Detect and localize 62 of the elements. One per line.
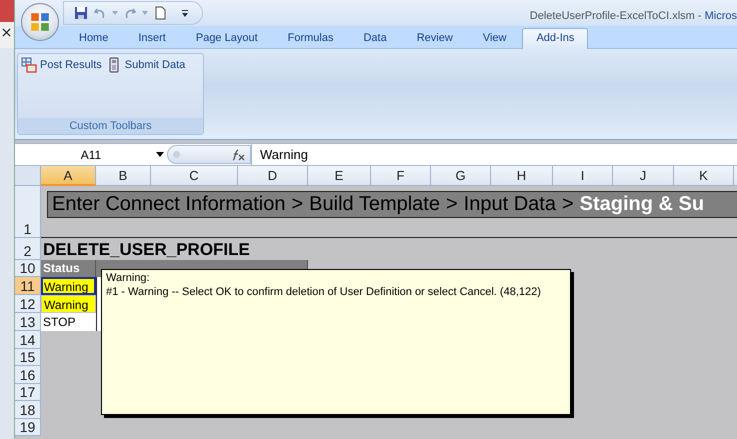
comment-text: #1 - Warning -- Select OK to confirm deletion of User Definition or select Cancel. (48,122) xyxy=(106,286,542,298)
ribbon-tab[interactable]: Page Layout xyxy=(182,28,272,48)
comment-title: Warning: xyxy=(106,272,151,284)
header-cell: Status xyxy=(41,260,96,277)
row-header[interactable]: 2 xyxy=(15,238,41,260)
column-header[interactable]: H xyxy=(491,166,553,186)
ribbon-tab[interactable]: Add-Ins xyxy=(522,28,588,49)
ribbon-tab[interactable]: Data xyxy=(349,28,401,48)
breadcrumb-step: Input Data xyxy=(464,193,556,216)
breadcrumb-separator: > xyxy=(446,193,458,216)
column-header[interactable]: B xyxy=(96,166,151,186)
logo-icon xyxy=(29,11,51,33)
row-header[interactable]: 16 xyxy=(15,366,41,384)
ribbon-tab[interactable]: Review xyxy=(402,28,467,48)
new-document-icon[interactable] xyxy=(153,6,167,20)
undo-icon[interactable] xyxy=(93,6,107,20)
customize-icon[interactable] xyxy=(182,10,188,16)
table-cell: STOP xyxy=(41,313,96,331)
toolbar-button[interactable]: Post Results xyxy=(21,57,102,73)
breadcrumb-step: Build Template xyxy=(309,193,440,216)
breadcrumb-separator: > xyxy=(291,193,304,216)
name-box[interactable]: A11 xyxy=(15,144,167,165)
group-label: Custom Toolbars xyxy=(18,118,203,134)
save-icon[interactable] xyxy=(74,6,88,20)
row-header[interactable]: 10 xyxy=(15,260,41,277)
ribbon-tab[interactable]: Home xyxy=(65,28,122,48)
row-header[interactable]: 1 xyxy=(15,186,41,238)
breadcrumb-separator: > xyxy=(562,193,574,216)
close-icon[interactable] xyxy=(2,28,11,37)
column-header[interactable]: A xyxy=(41,166,96,186)
breadcrumb-step: Staging & Su xyxy=(580,193,704,216)
ribbon-tab[interactable]: Formulas xyxy=(274,28,348,48)
row-header[interactable]: 12 xyxy=(15,295,41,313)
row-header[interactable]: 18 xyxy=(15,401,41,418)
toolbar-button[interactable]: Submit Data xyxy=(106,57,186,73)
breadcrumb-step: Enter Connect Information xyxy=(52,193,286,216)
row-header[interactable]: 13 xyxy=(15,313,41,331)
table-cell: Warning xyxy=(42,278,95,294)
row-header[interactable]: 17 xyxy=(15,384,41,401)
table-icon xyxy=(21,57,37,73)
row-header[interactable]: 19 xyxy=(15,418,41,436)
ribbon-tab[interactable]: View xyxy=(468,28,520,48)
column-header[interactable]: G xyxy=(431,166,491,186)
column-header[interactable]: F xyxy=(371,166,431,186)
function-icon[interactable] xyxy=(230,148,246,160)
row-header[interactable]: 15 xyxy=(15,348,41,366)
column-header[interactable]: K xyxy=(674,166,734,186)
table-cell: Warning xyxy=(42,296,95,312)
window-title: DeleteUserProfile-ExcelToCI.xlsm - Micros xyxy=(530,9,737,22)
sheet-title: DELETE_USER_PROFILE xyxy=(43,240,250,260)
redo-icon[interactable] xyxy=(123,6,137,20)
resize-handle[interactable] xyxy=(173,151,180,158)
column-header[interactable]: E xyxy=(308,166,371,186)
formula-field[interactable]: Warning xyxy=(251,144,737,165)
column-header[interactable]: J xyxy=(613,166,674,186)
column-header[interactable]: D xyxy=(238,166,308,186)
row-header[interactable]: 11 xyxy=(15,277,41,295)
ribbon-tab[interactable]: Insert xyxy=(124,28,180,48)
column-header[interactable]: I xyxy=(553,166,613,186)
column-header[interactable]: C xyxy=(151,166,238,186)
dropdown-icon[interactable] xyxy=(156,152,164,157)
row-header[interactable]: 14 xyxy=(15,331,41,348)
